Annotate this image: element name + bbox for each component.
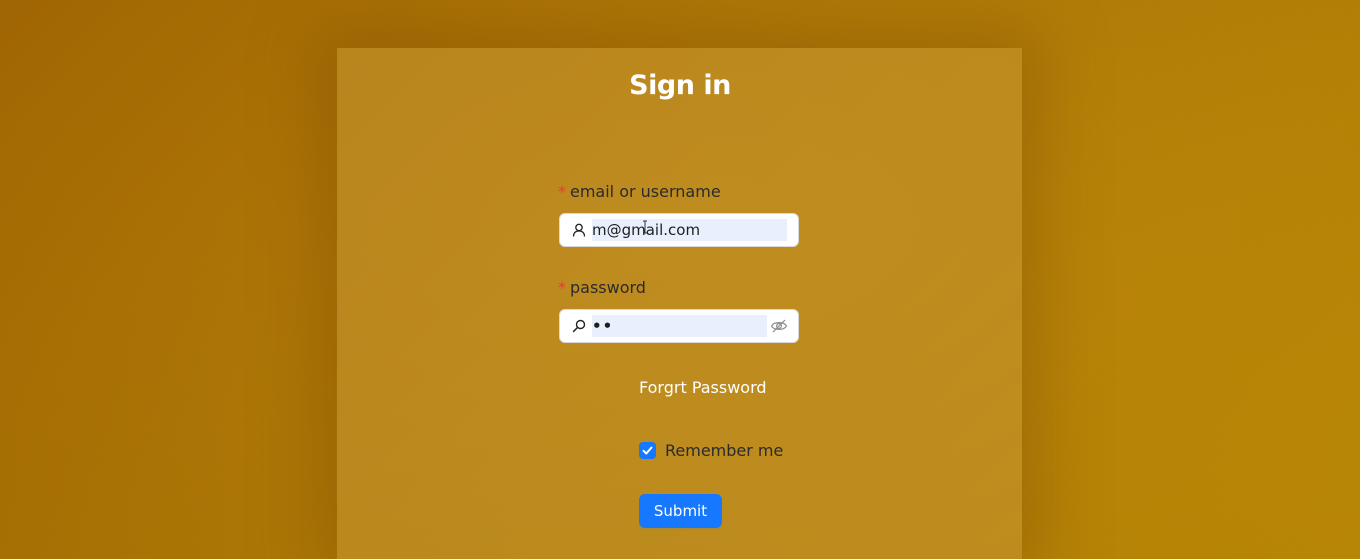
forgot-password-link[interactable]: Forgrt Password (639, 378, 767, 397)
required-mark: * (558, 182, 566, 201)
user-icon (572, 223, 586, 237)
email-label: * email or username (558, 182, 721, 201)
password-label: * password (558, 278, 646, 297)
email-input[interactable]: m@gmail.com (592, 219, 787, 241)
check-icon (642, 446, 653, 454)
password-field[interactable]: •• (559, 309, 799, 343)
search-icon (572, 319, 586, 333)
submit-button[interactable]: Submit (639, 494, 722, 528)
email-label-text: email or username (570, 182, 721, 201)
text-cursor-icon (642, 220, 648, 234)
login-card (337, 48, 1022, 559)
remember-checkbox[interactable] (639, 441, 656, 459)
remember-me[interactable]: Remember me (639, 440, 783, 460)
page-title: Sign in (629, 70, 731, 101)
email-field[interactable]: m@gmail.com (559, 213, 799, 247)
required-mark: * (558, 278, 566, 297)
remember-me-label: Remember me (665, 440, 784, 460)
eye-invisible-icon[interactable] (770, 318, 788, 334)
password-label-text: password (570, 278, 646, 297)
password-input[interactable]: •• (592, 315, 767, 337)
